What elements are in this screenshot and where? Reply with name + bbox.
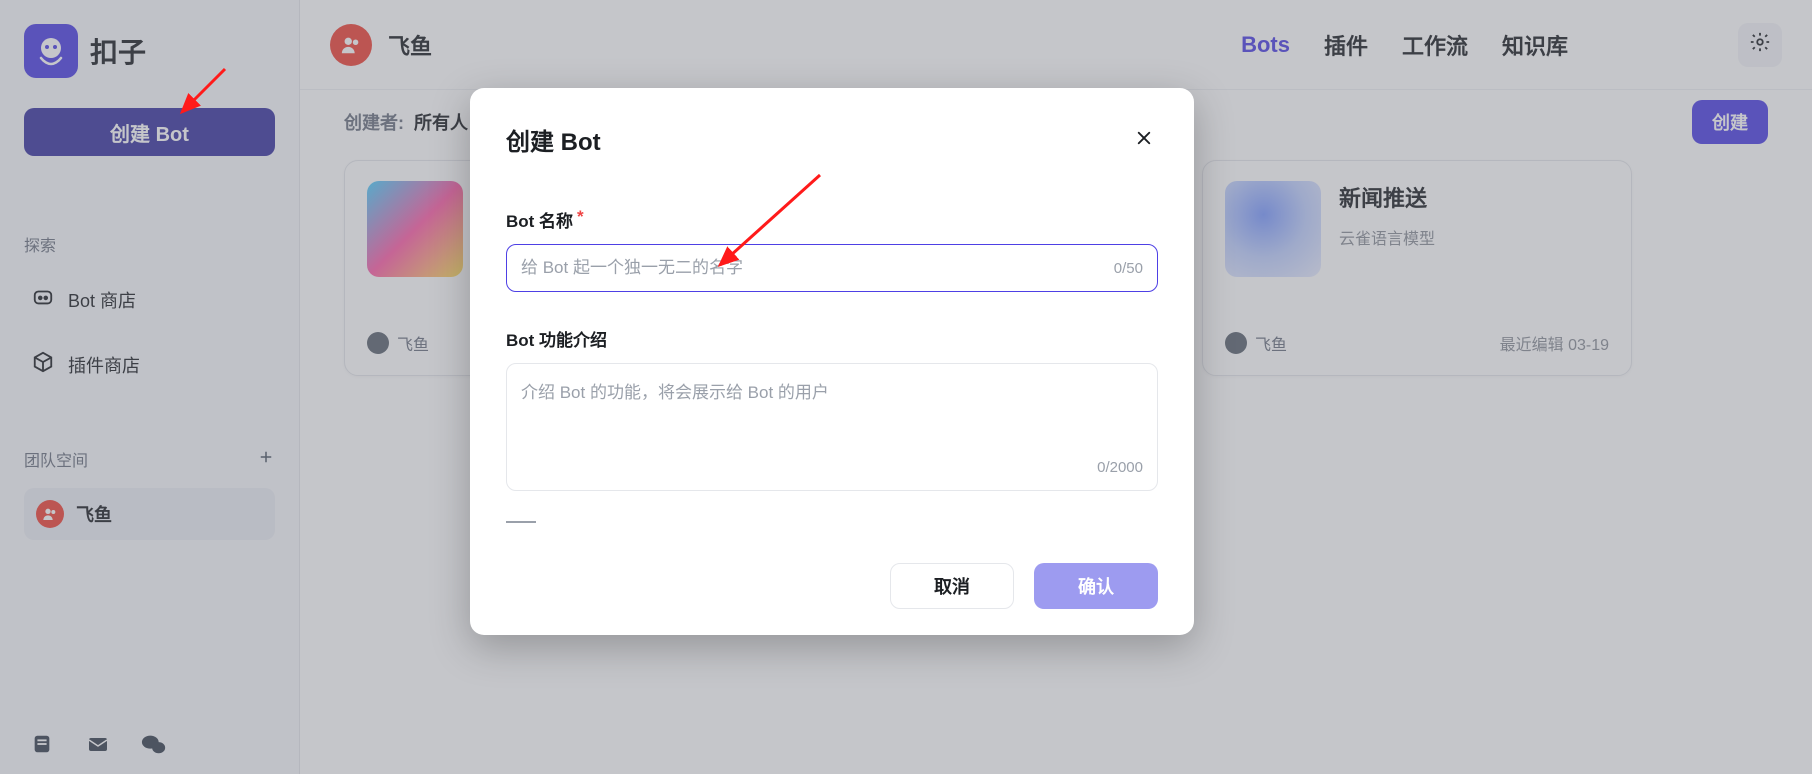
modal-title: 创建 Bot <box>506 122 601 157</box>
bot-desc-label: Bot 功能介绍 <box>506 326 1158 351</box>
bot-desc-wrap: 0/2000 <box>506 363 1158 491</box>
bot-desc-counter: 0/2000 <box>1097 459 1143 476</box>
bot-name-input-wrap: 0/50 <box>506 244 1158 292</box>
bot-name-label: Bot 名称* <box>506 207 1158 232</box>
confirm-button[interactable]: 确认 <box>1034 563 1158 609</box>
divider <box>506 521 536 523</box>
bot-desc-input[interactable] <box>521 378 1143 459</box>
bot-name-counter: 0/50 <box>1114 260 1143 277</box>
create-bot-modal: 创建 Bot Bot 名称* 0/50 Bot 功能介绍 0/2000 取消 确… <box>470 88 1194 635</box>
close-button[interactable] <box>1130 126 1158 154</box>
cancel-button[interactable]: 取消 <box>890 563 1014 609</box>
close-icon <box>1135 127 1153 153</box>
bot-name-input[interactable] <box>521 258 1114 278</box>
